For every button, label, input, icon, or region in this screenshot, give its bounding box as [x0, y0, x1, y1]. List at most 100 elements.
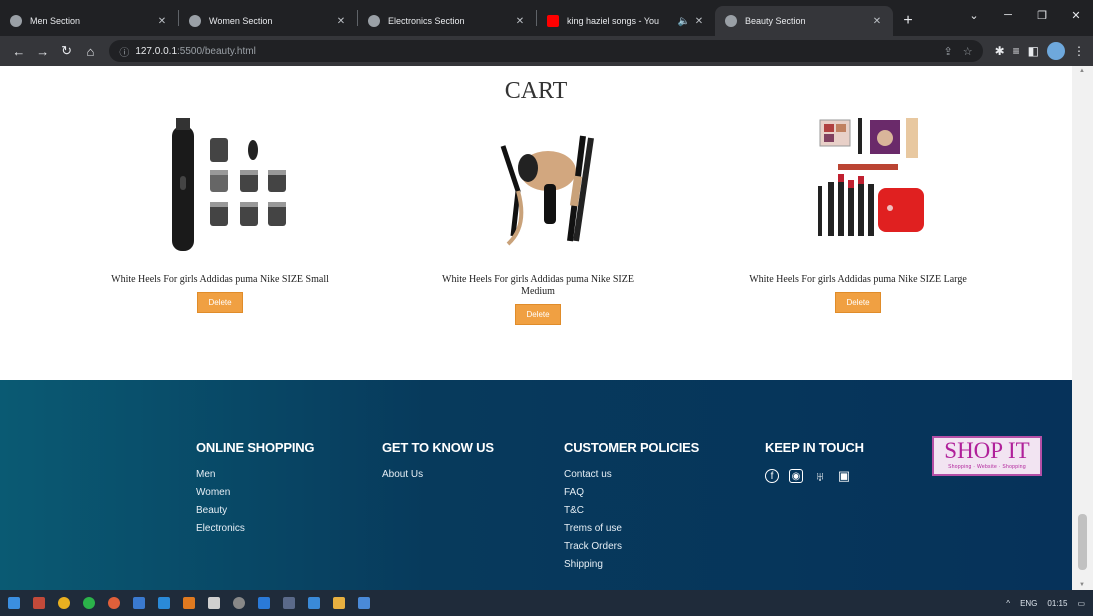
windows-taskbar: ^ ENG 01:15 ▭: [0, 590, 1093, 616]
scrollbar-thumb[interactable]: [1078, 514, 1087, 570]
footer-link-women[interactable]: Women: [196, 487, 314, 498]
scroll-up-icon[interactable]: ▲: [1079, 68, 1085, 74]
close-window-icon[interactable]: ✕: [1059, 0, 1093, 30]
item-description: White Heels For girls Addidas puma Nike …: [749, 274, 967, 285]
footer-link-terms[interactable]: Trems of use: [564, 523, 699, 534]
toolbar-right: ✱ ≡ ◧ ⋮: [995, 42, 1085, 60]
app-icon[interactable]: [358, 597, 370, 609]
close-icon[interactable]: ✕: [514, 16, 526, 27]
app-icon[interactable]: [283, 597, 295, 609]
sidepanel-icon[interactable]: ◧: [1028, 44, 1039, 58]
scroll-down-icon[interactable]: ▼: [1079, 582, 1085, 588]
tab-label: king haziel songs - You: [567, 16, 660, 26]
notification-icon[interactable]: ▭: [1077, 599, 1085, 608]
folder-icon[interactable]: [333, 597, 345, 609]
whatsapp-icon[interactable]: [83, 597, 95, 609]
footer-online-shopping: ONLINE SHOPPING Men Women Beauty Electro…: [196, 440, 315, 541]
globe-icon: [368, 15, 380, 27]
youtube-icon[interactable]: ▣: [837, 468, 851, 483]
twitter-icon[interactable]: ♅: [813, 469, 827, 484]
maximize-icon[interactable]: ❐: [1025, 0, 1059, 30]
chrome-icon[interactable]: [58, 597, 70, 609]
tab-women-section[interactable]: Women Section ✕: [179, 6, 357, 36]
back-icon[interactable]: ←: [8, 40, 30, 62]
social-icons: f ◉ ♅ ▣: [765, 468, 864, 484]
extensions-icon[interactable]: ✱: [995, 44, 1005, 58]
clock[interactable]: 01:15: [1047, 599, 1067, 608]
forward-icon[interactable]: →: [32, 40, 54, 62]
tab-label: Women Section: [209, 16, 273, 26]
youtube-icon: [547, 15, 559, 27]
language-indicator[interactable]: ENG: [1020, 599, 1037, 608]
delete-button[interactable]: Delete: [515, 304, 561, 325]
footer-link-beauty[interactable]: Beauty: [196, 505, 314, 516]
app-icon[interactable]: [308, 597, 320, 609]
close-icon[interactable]: ✕: [693, 16, 705, 27]
shop-it-logo[interactable]: SHOP IT Shopping · Website · Shopping: [932, 436, 1042, 476]
tab-youtube[interactable]: king haziel songs - You 🔈 ✕: [537, 6, 715, 36]
url-host: 127.0.0.1: [135, 45, 178, 57]
window-controls: ⌄ ─ ❐ ✕: [957, 0, 1093, 36]
trimmer-kit-image: [140, 116, 300, 266]
page-viewport: CART White Heels For girls Addidas puma …: [0, 66, 1072, 590]
url-path: :5500/beauty.html: [177, 45, 256, 57]
item-description: White Heels For girls Addidas puma Nike …: [111, 274, 329, 285]
logo-tagline: Shopping · Website · Shopping: [948, 464, 1026, 470]
footer-heading: KEEP IN TOUCH: [765, 440, 864, 455]
info-icon[interactable]: ⓘ: [119, 44, 129, 59]
minimize-icon[interactable]: ─: [991, 0, 1025, 30]
start-icon[interactable]: [8, 597, 20, 609]
app-icon[interactable]: [158, 597, 170, 609]
globe-icon: [10, 15, 22, 27]
new-tab-button[interactable]: +: [893, 6, 923, 36]
tab-label: Men Section: [30, 16, 81, 26]
app-icon[interactable]: [108, 597, 120, 609]
address-bar[interactable]: ⓘ 127.0.0.1 :5500/beauty.html ⇪ ☆: [109, 40, 983, 62]
app-icon[interactable]: [183, 597, 195, 609]
footer-link-faq[interactable]: FAQ: [564, 487, 699, 498]
delete-button[interactable]: Delete: [835, 292, 881, 313]
footer-link-track[interactable]: Track Orders: [564, 541, 699, 552]
app-icon[interactable]: [33, 597, 45, 609]
app-icon[interactable]: [208, 597, 220, 609]
footer-heading: GET TO KNOW US: [382, 440, 494, 455]
tab-beauty-section[interactable]: Beauty Section ✕: [715, 6, 893, 36]
close-icon[interactable]: ✕: [156, 16, 168, 27]
audio-icon[interactable]: 🔈: [675, 16, 693, 27]
site-footer: ONLINE SHOPPING Men Women Beauty Electro…: [0, 380, 1072, 590]
share-icon[interactable]: ⇪: [943, 45, 952, 58]
tab-electronics-section[interactable]: Electronics Section ✕: [358, 6, 536, 36]
home-icon[interactable]: ⌂: [79, 40, 101, 62]
browser-toolbar: ← → ↻ ⌂ ⓘ 127.0.0.1 :5500/beauty.html ⇪ …: [0, 36, 1093, 66]
github-icon[interactable]: [233, 597, 245, 609]
menu-icon[interactable]: ⋮: [1073, 44, 1085, 58]
cart-item: White Heels For girls Addidas puma Nike …: [418, 116, 658, 325]
footer-link-men[interactable]: Men: [196, 469, 314, 480]
makeup-kit-image: [778, 116, 938, 266]
bookmark-star-icon[interactable]: ☆: [963, 45, 973, 58]
vscode-icon[interactable]: [258, 597, 270, 609]
tab-men-section[interactable]: Men Section ✕: [0, 6, 178, 36]
close-icon[interactable]: ✕: [335, 16, 347, 27]
delete-button[interactable]: Delete: [197, 292, 243, 313]
cart-item: White Heels For girls Addidas puma Nike …: [738, 116, 978, 313]
profile-avatar[interactable]: [1047, 42, 1065, 60]
footer-link-electronics[interactable]: Electronics: [196, 523, 314, 534]
footer-heading: ONLINE SHOPPING: [196, 440, 315, 455]
footer-link-shipping[interactable]: Shipping: [564, 559, 699, 570]
page-scrollbar[interactable]: ▲ ▼: [1072, 66, 1093, 590]
tab-search-icon[interactable]: ⌄: [957, 0, 991, 30]
tab-label: Beauty Section: [745, 16, 806, 26]
footer-link-about[interactable]: About Us: [382, 469, 494, 480]
facebook-icon[interactable]: f: [765, 469, 779, 483]
reload-icon[interactable]: ↻: [56, 40, 78, 62]
footer-link-contact[interactable]: Contact us: [564, 469, 699, 480]
close-icon[interactable]: ✕: [871, 16, 883, 27]
chevron-up-icon[interactable]: ^: [1006, 599, 1010, 608]
browser-tab-strip: Men Section ✕ Women Section ✕ Electronic…: [0, 0, 1093, 36]
app-icon[interactable]: [133, 597, 145, 609]
instagram-icon[interactable]: ◉: [789, 469, 803, 483]
footer-link-tnc[interactable]: T&C: [564, 505, 699, 516]
footer-heading: CUSTOMER POLICIES: [564, 440, 700, 455]
media-icon[interactable]: ≡: [1013, 44, 1020, 58]
